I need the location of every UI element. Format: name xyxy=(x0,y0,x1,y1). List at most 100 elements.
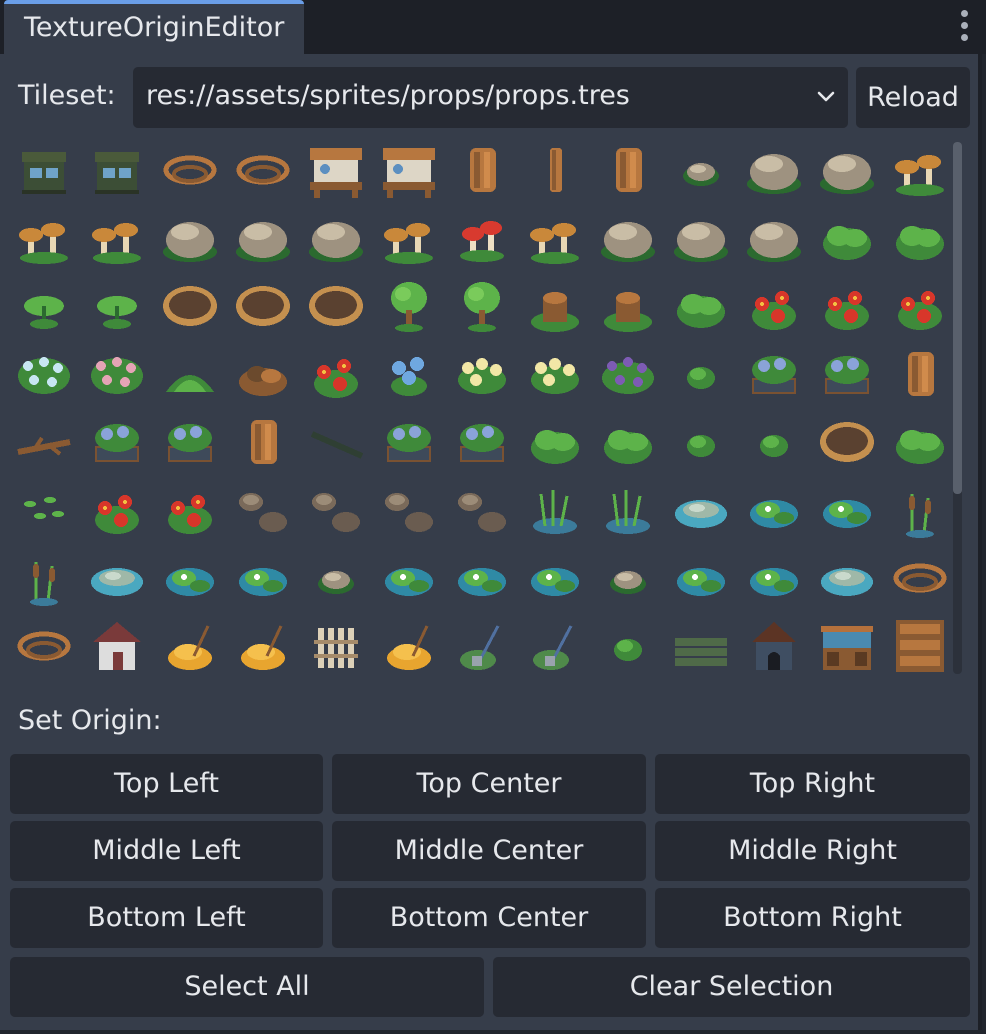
tile-item[interactable] xyxy=(227,136,300,204)
tile-item[interactable] xyxy=(8,408,81,476)
tile-item[interactable] xyxy=(884,408,957,476)
tile-item[interactable] xyxy=(811,340,884,408)
tile-item[interactable] xyxy=(373,408,446,476)
bottom-left-button[interactable]: Bottom Left xyxy=(10,888,323,948)
tile-item[interactable] xyxy=(300,476,373,544)
tile-item[interactable] xyxy=(519,544,592,612)
tile-item[interactable] xyxy=(738,408,811,476)
tile-item[interactable] xyxy=(446,476,519,544)
tile-item[interactable] xyxy=(8,476,81,544)
tile-item[interactable] xyxy=(81,272,154,340)
tile-item[interactable] xyxy=(373,272,446,340)
middle-right-button[interactable]: Middle Right xyxy=(655,821,970,881)
bottom-right-button[interactable]: Bottom Right xyxy=(655,888,970,948)
tile-item[interactable] xyxy=(884,272,957,340)
tile-item[interactable] xyxy=(154,476,227,544)
tile-item[interactable] xyxy=(81,476,154,544)
tile-item[interactable] xyxy=(373,136,446,204)
tile-item[interactable] xyxy=(811,544,884,612)
tile-item[interactable] xyxy=(738,272,811,340)
tile-item[interactable] xyxy=(665,476,738,544)
tile-item[interactable] xyxy=(811,272,884,340)
tile-item[interactable] xyxy=(227,544,300,612)
tile-item[interactable] xyxy=(519,340,592,408)
tile-item[interactable] xyxy=(665,204,738,272)
tile-item[interactable] xyxy=(154,408,227,476)
tile-item[interactable] xyxy=(373,544,446,612)
tile-item[interactable] xyxy=(884,204,957,272)
bottom-center-button[interactable]: Bottom Center xyxy=(332,888,646,948)
tile-item[interactable] xyxy=(738,136,811,204)
tile-item[interactable] xyxy=(154,204,227,272)
tile-item[interactable] xyxy=(154,272,227,340)
tile-item[interactable] xyxy=(665,544,738,612)
tile-item[interactable] xyxy=(81,340,154,408)
tile-item[interactable] xyxy=(446,340,519,408)
tile-item[interactable] xyxy=(81,408,154,476)
tile-item[interactable] xyxy=(446,272,519,340)
tile-item[interactable] xyxy=(373,340,446,408)
tile-item[interactable] xyxy=(592,612,665,680)
tile-item[interactable] xyxy=(665,408,738,476)
tile-item[interactable] xyxy=(154,612,227,680)
tile-item[interactable] xyxy=(373,204,446,272)
tile-item[interactable] xyxy=(300,136,373,204)
tile-grid-scrollbar[interactable] xyxy=(953,142,962,674)
tile-item[interactable] xyxy=(592,204,665,272)
tile-item[interactable] xyxy=(300,612,373,680)
tile-item[interactable] xyxy=(81,612,154,680)
tile-item[interactable] xyxy=(884,476,957,544)
tile-item[interactable] xyxy=(373,476,446,544)
tile-item[interactable] xyxy=(738,612,811,680)
middle-left-button[interactable]: Middle Left xyxy=(10,821,323,881)
tile-item[interactable] xyxy=(665,612,738,680)
tile-item[interactable] xyxy=(227,340,300,408)
tile-item[interactable] xyxy=(884,340,957,408)
tile-item[interactable] xyxy=(227,612,300,680)
top-right-button[interactable]: Top Right xyxy=(655,754,970,814)
tileset-select[interactable]: res://assets/sprites/props/props.tres xyxy=(133,67,848,128)
tile-item[interactable] xyxy=(738,544,811,612)
tile-item[interactable] xyxy=(592,408,665,476)
tile-item[interactable] xyxy=(811,408,884,476)
tile-item[interactable] xyxy=(665,136,738,204)
tile-item[interactable] xyxy=(154,136,227,204)
tile-item[interactable] xyxy=(446,408,519,476)
tile-item[interactable] xyxy=(811,136,884,204)
more-options-icon[interactable] xyxy=(956,10,972,46)
tile-item[interactable] xyxy=(227,272,300,340)
tile-item[interactable] xyxy=(738,340,811,408)
tile-item[interactable] xyxy=(519,272,592,340)
tile-item[interactable] xyxy=(592,340,665,408)
tile-item[interactable] xyxy=(227,408,300,476)
scrollbar-thumb[interactable] xyxy=(953,142,962,494)
tile-item[interactable] xyxy=(592,272,665,340)
top-left-button[interactable]: Top Left xyxy=(10,754,323,814)
select-all-button[interactable]: Select All xyxy=(10,957,484,1017)
tab-texture-origin-editor[interactable]: TextureOriginEditor xyxy=(4,0,304,54)
tile-item[interactable] xyxy=(738,204,811,272)
tile-item[interactable] xyxy=(519,612,592,680)
tile-item[interactable] xyxy=(519,136,592,204)
tile-item[interactable] xyxy=(81,136,154,204)
tile-item[interactable] xyxy=(884,612,957,680)
clear-selection-button[interactable]: Clear Selection xyxy=(493,957,970,1017)
tile-item[interactable] xyxy=(8,340,81,408)
tile-item[interactable] xyxy=(446,136,519,204)
tile-item[interactable] xyxy=(519,204,592,272)
tile-item[interactable] xyxy=(811,612,884,680)
tile-item[interactable] xyxy=(300,340,373,408)
tile-item[interactable] xyxy=(519,476,592,544)
tile-item[interactable] xyxy=(8,272,81,340)
tile-item[interactable] xyxy=(446,612,519,680)
tile-item[interactable] xyxy=(592,544,665,612)
tile-item[interactable] xyxy=(300,544,373,612)
tile-item[interactable] xyxy=(373,612,446,680)
reload-button[interactable]: Reload xyxy=(856,67,970,128)
tile-item[interactable] xyxy=(811,204,884,272)
tile-item[interactable] xyxy=(8,544,81,612)
tile-item[interactable] xyxy=(884,136,957,204)
tile-item[interactable] xyxy=(811,476,884,544)
tile-item[interactable] xyxy=(738,476,811,544)
tile-item[interactable] xyxy=(154,544,227,612)
